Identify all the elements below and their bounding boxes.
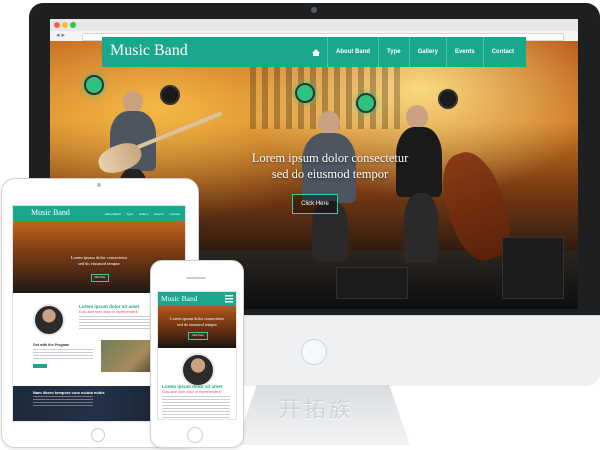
home-icon[interactable]: [312, 48, 321, 56]
back-forward-icon[interactable]: ◂ ▸: [56, 31, 65, 41]
paragraph-placeholder: [33, 349, 93, 361]
phone-site-logo[interactable]: Music Band: [161, 294, 197, 303]
main-nav: About Band Type Gallery Events Contact: [304, 37, 522, 67]
hamburger-menu-icon[interactable]: [225, 295, 233, 303]
phone-hero-title: Lorem ipsum dolor consectetur sed do eiu…: [164, 316, 230, 327]
speaker-icon: [186, 277, 206, 279]
stage-light-icon: [356, 93, 376, 113]
camera-icon: [97, 183, 101, 187]
tablet-dark-title: Nam libero tempore cum soluta nobis: [33, 390, 105, 395]
hero-title-line: sed do eiusmod tempor: [78, 261, 120, 266]
tablet-site-logo[interactable]: Music Band: [31, 208, 70, 217]
watermark: 开拓族: [278, 398, 354, 423]
tablet-nav: About Band Type Gallery Events Contact: [102, 206, 183, 221]
tablet-nav-item[interactable]: About Band: [102, 212, 124, 216]
hero-title-line: Lorem ipsum dolor consectetur: [170, 316, 224, 321]
home-button: [91, 428, 105, 442]
tablet-hero-title: Lorem ipsum dolor consectetur sed do eiu…: [53, 255, 145, 267]
phone-section-subtitle: Duis aute irure dolor in reprehenderit: [162, 390, 221, 394]
stage-light-icon: [295, 83, 315, 103]
singer-head: [318, 111, 340, 135]
home-button: [187, 427, 203, 443]
avatar: [181, 353, 215, 387]
read-more-button[interactable]: [33, 364, 47, 368]
apple-logo-icon: [301, 339, 327, 365]
stage-light-icon: [438, 89, 458, 109]
bassist-head: [406, 105, 428, 129]
tablet-nav-item[interactable]: Events: [151, 212, 166, 216]
tablet-nav-item[interactable]: Gallery: [136, 212, 152, 216]
camera-icon: [311, 7, 317, 13]
hero-title-line: sed do eiusmod tempor: [177, 321, 217, 327]
nav-events[interactable]: Events: [445, 37, 483, 67]
phone-section-title: Lorem ipsum dolor sit amet: [162, 384, 223, 389]
maximize-window-icon[interactable]: [70, 22, 76, 28]
stage-light-icon: [160, 85, 180, 105]
phone-hero: Lorem ipsum dolor consectetur sed do eiu…: [158, 306, 236, 348]
avatar: [33, 304, 65, 336]
guitarist-head: [123, 91, 143, 113]
tablet-click-here-button[interactable]: Click Here: [91, 274, 109, 282]
phone-click-here-button[interactable]: Click Here: [188, 332, 208, 340]
tablet-site-header: Music Band About Band Type Gallery Event…: [13, 206, 185, 221]
click-here-button[interactable]: Click Here: [292, 194, 338, 214]
nav-contact[interactable]: Contact: [482, 37, 522, 67]
nav-gallery[interactable]: Gallery: [408, 37, 446, 67]
phone-site-header: Music Band: [158, 292, 236, 306]
close-window-icon[interactable]: [54, 22, 60, 28]
bassist-legs: [404, 193, 438, 263]
speaker-cabinet: [502, 237, 564, 299]
hero-title-line: Lorem ipsum dolor consectetur: [251, 151, 409, 165]
stage-light-icon: [84, 75, 104, 95]
hero-title: Lorem ipsum dolor consectetur sed do eiu…: [200, 150, 460, 182]
stage-monitor: [336, 267, 408, 299]
tablet-section-title: Lorem ipsum dolor sit amet: [79, 304, 140, 309]
tablet-nav-item[interactable]: Contact: [167, 212, 183, 216]
paragraph-placeholder: [33, 396, 93, 406]
paragraph-placeholder: [162, 396, 230, 418]
tablet-section2-title: Get with the Program: [33, 343, 70, 347]
tablet-nav-item[interactable]: Type: [123, 212, 136, 216]
phone-screen: Music Band Lorem ipsum dolor consectetur…: [157, 291, 237, 420]
nav-about-band[interactable]: About Band: [327, 37, 378, 67]
tablet-section-subtitle: Duis aute irure dolor in reprehenderit: [79, 310, 138, 314]
nav-type[interactable]: Type: [378, 37, 409, 67]
site-logo[interactable]: Music Band: [110, 42, 188, 60]
hero-title-line: sed do eiusmod tempor: [271, 167, 389, 181]
minimize-window-icon[interactable]: [62, 22, 68, 28]
site-header: Music Band About Band Type Gallery Event…: [102, 37, 526, 67]
